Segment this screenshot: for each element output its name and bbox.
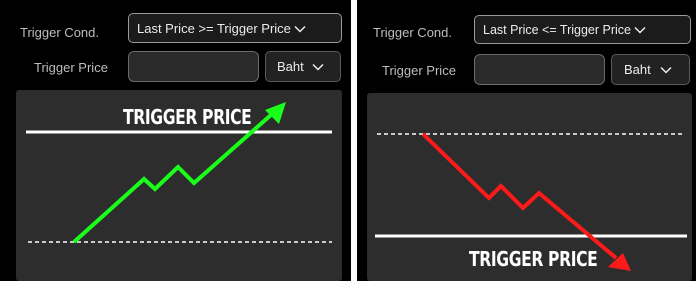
trigger-cond-label: Trigger Cond. <box>373 24 452 40</box>
panel-trigger-up: Trigger Cond. Last Price >= Trigger Pric… <box>0 0 351 281</box>
trigger-price-label: Trigger Price <box>382 62 456 78</box>
trigger-price-input[interactable] <box>128 51 259 82</box>
trigger-cond-select[interactable]: Last Price <= Trigger Price <box>474 15 691 44</box>
trigger-cond-select[interactable]: Last Price >= Trigger Price <box>128 13 342 43</box>
chevron-down-icon <box>634 23 646 37</box>
chevron-down-icon <box>312 59 324 74</box>
trigger-price-label: Trigger Price <box>34 59 108 75</box>
trigger-cond-value: Last Price <= Trigger Price <box>483 22 631 37</box>
unit-select[interactable]: Baht <box>265 51 341 82</box>
trigger-cond-value: Last Price >= Trigger Price <box>137 20 291 36</box>
chevron-down-icon <box>294 21 306 36</box>
chevron-down-icon <box>660 62 672 77</box>
price-path-down <box>421 132 618 260</box>
trigger-price-input[interactable] <box>474 54 605 85</box>
panel-trigger-down: Trigger Cond. Last Price <= Trigger Pric… <box>357 0 696 281</box>
unit-select[interactable]: Baht <box>611 54 690 85</box>
trigger-up-illustration: TRIGGER PRICE <box>16 90 342 281</box>
unit-value: Baht <box>624 62 651 77</box>
arrow-head-up <box>265 102 286 124</box>
trigger-cond-label: Trigger Cond. <box>20 24 99 40</box>
trigger-down-illustration: TRIGGER PRICE <box>367 93 692 281</box>
unit-value: Baht <box>277 59 304 74</box>
